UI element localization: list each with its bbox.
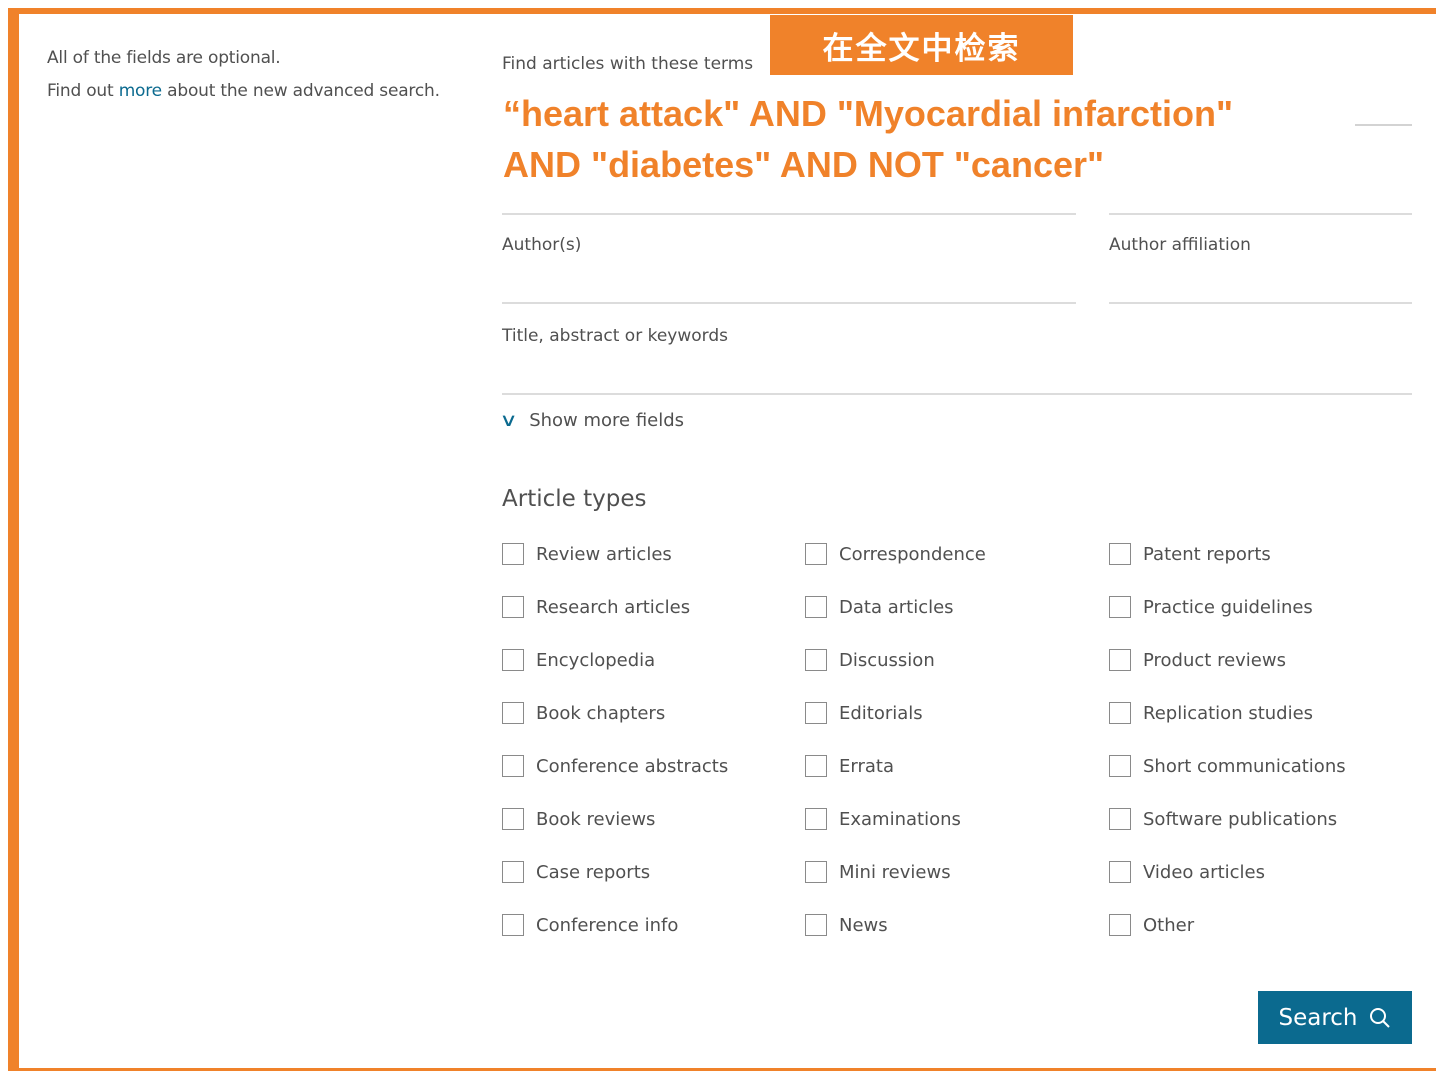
article-type-label: Editorials [839,702,923,724]
article-type-label: Case reports [536,861,651,883]
article-type-checkbox[interactable]: Data articles [805,596,954,618]
article-type-label: Patent reports [1143,543,1271,565]
article-type-checkbox[interactable]: News [805,914,888,936]
checkbox-icon[interactable] [805,596,827,618]
more-link[interactable]: more [119,81,162,101]
article-type-label: Mini reviews [839,861,951,883]
article-type-checkbox[interactable]: Case reports [502,861,650,883]
checkbox-icon[interactable] [805,702,827,724]
checkbox-icon[interactable] [502,543,524,565]
checkbox-icon[interactable] [805,914,827,936]
article-type-label: Data articles [839,596,954,618]
article-types-heading: Article types [502,486,647,512]
article-type-checkbox[interactable]: Practice guidelines [1109,596,1313,618]
info-suffix: about the new advanced search. [161,81,440,101]
article-type-checkbox[interactable]: Review articles [502,543,672,565]
advanced-search-info: Find out more about the new advanced sea… [47,81,440,101]
article-type-checkbox[interactable]: Discussion [805,649,935,671]
article-type-label: Examinations [839,808,961,830]
checkbox-icon[interactable] [805,755,827,777]
terms-input[interactable]: “heart attack" AND "Myocardial infarctio… [503,88,1323,190]
checkbox-icon[interactable] [1109,702,1131,724]
article-type-checkbox[interactable]: Product reviews [1109,649,1286,671]
chevron-down-icon: ∨ [499,410,518,431]
checkbox-icon[interactable] [502,914,524,936]
info-prefix: Find out [47,81,119,101]
checkbox-icon[interactable] [1109,861,1131,883]
article-type-label: Errata [839,755,894,777]
article-type-checkbox[interactable]: Errata [805,755,894,777]
article-type-checkbox[interactable]: Patent reports [1109,543,1271,565]
article-type-checkbox[interactable]: Editorials [805,702,923,724]
article-type-label: Review articles [536,543,672,565]
article-type-label: News [839,914,888,936]
checkbox-icon[interactable] [1109,649,1131,671]
article-type-label: Other [1143,914,1195,936]
article-type-checkbox[interactable]: Replication studies [1109,702,1313,724]
article-type-checkbox[interactable]: Short communications [1109,755,1346,777]
show-more-label: Show more fields [529,410,685,431]
authors-label: Author(s) [502,235,582,255]
article-type-checkbox[interactable]: Research articles [502,596,690,618]
article-type-label: Book reviews [536,808,656,830]
checkbox-icon[interactable] [502,596,524,618]
article-type-checkbox[interactable]: Book chapters [502,702,665,724]
article-type-label: Replication studies [1143,702,1314,724]
article-type-checkbox[interactable]: Book reviews [502,808,655,830]
article-type-label: Discussion [839,649,935,671]
affiliation-label: Author affiliation [1109,235,1251,255]
article-type-label: Conference abstracts [536,755,729,777]
query-line-1: “heart attack" AND "Myocardial infarctio… [503,93,1234,134]
checkbox-icon[interactable] [1109,543,1131,565]
article-type-checkbox[interactable]: Software publications [1109,808,1337,830]
authors-field[interactable] [502,302,1076,304]
checkbox-icon[interactable] [502,861,524,883]
article-type-checkbox[interactable]: Correspondence [805,543,986,565]
checkbox-icon[interactable] [502,755,524,777]
article-type-label: Product reviews [1143,649,1286,671]
article-type-label: Software publications [1143,808,1338,830]
search-button-label: Search [1278,1004,1358,1031]
article-type-checkbox[interactable]: Examinations [805,808,961,830]
checkbox-icon[interactable] [805,861,827,883]
checkbox-icon[interactable] [502,702,524,724]
query-line-2: AND "diabetes" AND NOT "cancer" [503,144,1105,185]
search-button[interactable]: Search [1258,991,1412,1044]
article-type-checkbox[interactable]: Video articles [1109,861,1265,883]
article-type-checkbox[interactable]: Encyclopedia [502,649,655,671]
article-type-label: Practice guidelines [1143,596,1313,618]
terms-underline [1355,124,1412,126]
article-type-checkbox[interactable]: Other [1109,914,1194,936]
checkbox-icon[interactable] [1109,914,1131,936]
checkbox-icon[interactable] [1109,596,1131,618]
article-type-label: Correspondence [839,543,986,565]
checkbox-icon[interactable] [1109,808,1131,830]
search-icon [1369,1007,1390,1028]
checkbox-icon[interactable] [502,649,524,671]
article-type-label: Conference info [536,914,679,936]
article-type-label: Video articles [1143,861,1265,883]
checkbox-icon[interactable] [502,808,524,830]
article-type-label: Book chapters [536,702,666,724]
divider [502,213,1076,215]
fulltext-banner: 在全文中检索 [770,15,1073,75]
title-abstract-field[interactable] [502,393,1412,395]
terms-label: Find articles with these terms [502,54,754,74]
optional-note: All of the fields are optional. [47,48,281,68]
checkbox-icon[interactable] [805,649,827,671]
title-abstract-label: Title, abstract or keywords [502,326,728,346]
affiliation-field[interactable] [1109,302,1412,304]
article-type-label: Encyclopedia [536,649,656,671]
show-more-fields-toggle[interactable]: ∨ Show more fields [499,410,685,431]
article-type-label: Short communications [1143,755,1346,777]
article-type-checkbox[interactable]: Conference abstracts [502,755,728,777]
checkbox-icon[interactable] [805,543,827,565]
article-type-checkbox[interactable]: Mini reviews [805,861,951,883]
checkbox-icon[interactable] [1109,755,1131,777]
divider [1109,213,1412,215]
checkbox-icon[interactable] [805,808,827,830]
article-type-label: Research articles [536,596,691,618]
article-type-checkbox[interactable]: Conference info [502,914,678,936]
